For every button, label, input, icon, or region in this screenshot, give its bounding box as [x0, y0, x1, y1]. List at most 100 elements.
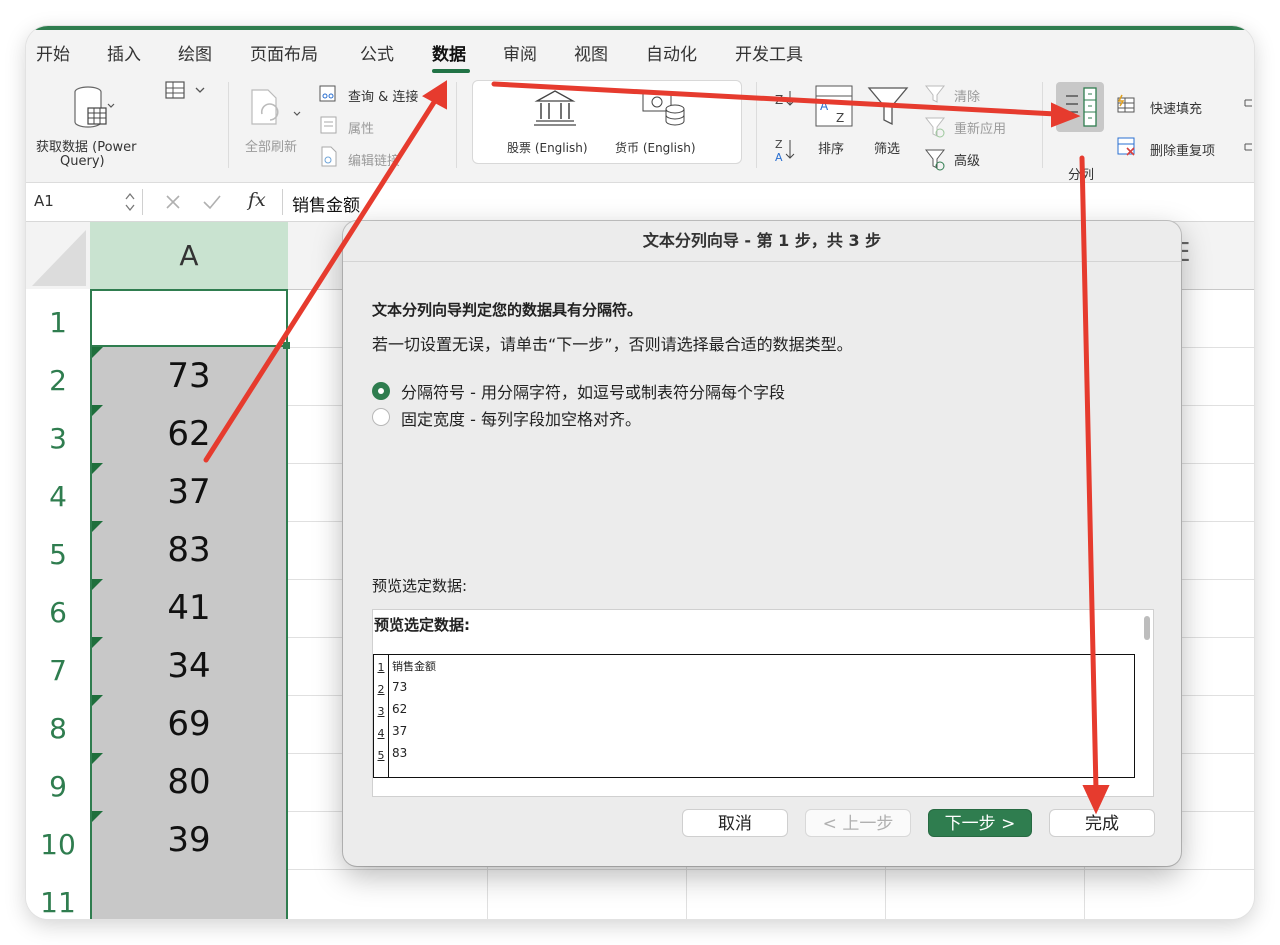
row-header[interactable]: 11 — [26, 869, 91, 919]
queries-connections-button[interactable]: 查询 & 连接 — [348, 86, 418, 105]
refresh-all-button[interactable] — [248, 88, 304, 132]
cell-value: 80 — [167, 762, 211, 802]
advanced-button[interactable]: 高级 — [954, 150, 980, 169]
tab-developer[interactable]: 开发工具 — [735, 40, 803, 65]
number-as-text-indicator[interactable] — [90, 579, 103, 592]
cell-a4[interactable]: 37 — [90, 463, 288, 522]
stocks-button[interactable]: 股票 (English) — [507, 139, 588, 156]
cancel-button[interactable]: 取消 — [682, 809, 788, 837]
cell-value: 34 — [167, 646, 211, 686]
radio-delimited[interactable] — [372, 382, 390, 400]
ribbon-separator — [228, 82, 229, 168]
tab-insert[interactable]: 插入 — [107, 40, 141, 65]
confirm-entry-icon[interactable] — [202, 193, 222, 215]
cell-a11[interactable] — [90, 869, 288, 919]
next-button[interactable]: 下一步 > — [928, 809, 1032, 837]
stocks-icon — [533, 89, 577, 131]
number-as-text-indicator[interactable] — [90, 695, 103, 708]
tab-draw[interactable]: 绘图 — [178, 40, 212, 65]
row-header[interactable]: 4 — [26, 463, 91, 522]
cell-a9[interactable]: 80 — [90, 753, 288, 812]
cell-a6[interactable]: 41 — [90, 579, 288, 638]
name-box-stepper-icon[interactable] — [124, 191, 136, 217]
filter-button[interactable]: 筛选 — [874, 138, 900, 157]
row-header[interactable]: 3 — [26, 405, 91, 464]
text-to-columns-button[interactable] — [1056, 82, 1104, 132]
insert-function-icon[interactable]: fx — [248, 189, 266, 211]
sort-button[interactable]: 排序 — [818, 138, 844, 157]
number-as-text-indicator[interactable] — [90, 463, 103, 476]
tab-data[interactable]: 数据 — [432, 40, 466, 65]
edit-links-button[interactable]: 编辑链接 — [348, 150, 400, 169]
row-header[interactable]: 8 — [26, 695, 91, 754]
cell-a1[interactable]: 销售金额 — [90, 289, 288, 348]
tab-automate[interactable]: 自动化 — [646, 40, 697, 65]
number-as-text-indicator[interactable] — [90, 405, 103, 418]
number-as-text-indicator[interactable] — [90, 637, 103, 650]
cell-value: 73 — [167, 356, 211, 396]
column-header-a[interactable]: A — [90, 222, 288, 291]
row-header[interactable]: 7 — [26, 637, 91, 696]
tab-home[interactable]: 开始 — [36, 40, 70, 65]
svg-text:Z: Z — [775, 138, 783, 151]
row-header[interactable]: 5 — [26, 521, 91, 580]
clear-button[interactable]: 清除 — [954, 86, 980, 105]
properties-button[interactable]: 属性 — [348, 118, 374, 137]
remove-duplicates-button[interactable]: 删除重复项 — [1150, 140, 1215, 159]
cancel-entry-icon[interactable] — [164, 193, 182, 215]
get-data-label-2: Query) — [60, 154, 105, 169]
select-all-corner[interactable] — [26, 222, 90, 290]
preview-row: 3 62 — [374, 699, 1134, 721]
text-to-columns-wizard: 文本分列向导 - 第 1 步，共 3 步 文本分列向导判定您的数据具有分隔符。 … — [343, 221, 1181, 866]
ribbon-separator — [1042, 82, 1043, 168]
formula-input[interactable]: 销售金额 — [292, 191, 360, 216]
row-header[interactable]: 2 — [26, 347, 91, 406]
cell-a3[interactable]: 62 — [90, 405, 288, 464]
radio-fixed-width[interactable] — [372, 408, 390, 426]
number-as-text-indicator[interactable] — [90, 521, 103, 534]
option-delimited-label[interactable]: 分隔符号 - 用分隔字符，如逗号或制表符分隔每个字段 — [401, 379, 785, 403]
number-as-text-indicator[interactable] — [90, 347, 103, 360]
finish-button[interactable]: 完成 — [1049, 809, 1155, 837]
row-header[interactable]: 1 — [26, 289, 91, 348]
fill-handle[interactable] — [283, 342, 290, 349]
number-as-text-indicator[interactable] — [90, 753, 103, 766]
row-header[interactable]: 10 — [26, 811, 91, 870]
cell-a8[interactable]: 69 — [90, 695, 288, 754]
row-header[interactable]: 9 — [26, 753, 91, 812]
tab-review[interactable]: 审阅 — [503, 40, 537, 65]
currencies-button[interactable]: 货币 (English) — [615, 139, 696, 156]
cell-value: 62 — [167, 414, 211, 454]
cell-value: 39 — [167, 820, 211, 860]
sort-descending-button[interactable]: ZA — [774, 136, 800, 170]
cell-a5[interactable]: 83 — [90, 521, 288, 580]
cell-a2[interactable]: 73 — [90, 347, 288, 406]
option-fixed-label[interactable]: 固定宽度 - 每列字段加空格对齐。 — [401, 406, 641, 430]
dialog-title: 文本分列向导 - 第 1 步，共 3 步 — [343, 221, 1181, 262]
back-button[interactable]: < 上一步 — [805, 809, 911, 837]
filter-icon — [866, 84, 910, 132]
from-table-button[interactable] — [164, 80, 210, 106]
reapply-button[interactable]: 重新应用 — [954, 118, 1006, 137]
advanced-filter-icon — [924, 148, 946, 176]
preview-scrollbar[interactable] — [1144, 616, 1150, 640]
preview-label: 预览选定数据: — [372, 577, 468, 595]
data-preview[interactable]: 预览选定数据: 1 销售金额 2 73 3 62 4 37 5 83 — [372, 609, 1154, 797]
sort-az-icon: Z — [775, 91, 795, 107]
tab-page-layout[interactable]: 页面布局 — [250, 40, 318, 65]
number-as-text-indicator[interactable] — [90, 811, 103, 824]
flash-fill-button[interactable]: 快速填充 — [1150, 98, 1202, 117]
preview-row-number: 4 — [374, 721, 389, 743]
sort-ascending-button[interactable]: Z — [774, 88, 798, 114]
row-header[interactable]: 6 — [26, 579, 91, 638]
preview-inner-label: 预览选定数据: — [374, 616, 470, 634]
clear-filter-icon — [924, 84, 946, 108]
get-data-button[interactable] — [68, 82, 116, 138]
name-box[interactable]: A1 — [34, 192, 54, 210]
tab-formulas[interactable]: 公式 — [360, 40, 394, 65]
cell-value: 69 — [167, 704, 211, 744]
cell-a10[interactable]: 39 — [90, 811, 288, 870]
preview-row-number: 5 — [374, 743, 389, 765]
tab-view[interactable]: 视图 — [574, 40, 608, 65]
cell-a7[interactable]: 34 — [90, 637, 288, 696]
